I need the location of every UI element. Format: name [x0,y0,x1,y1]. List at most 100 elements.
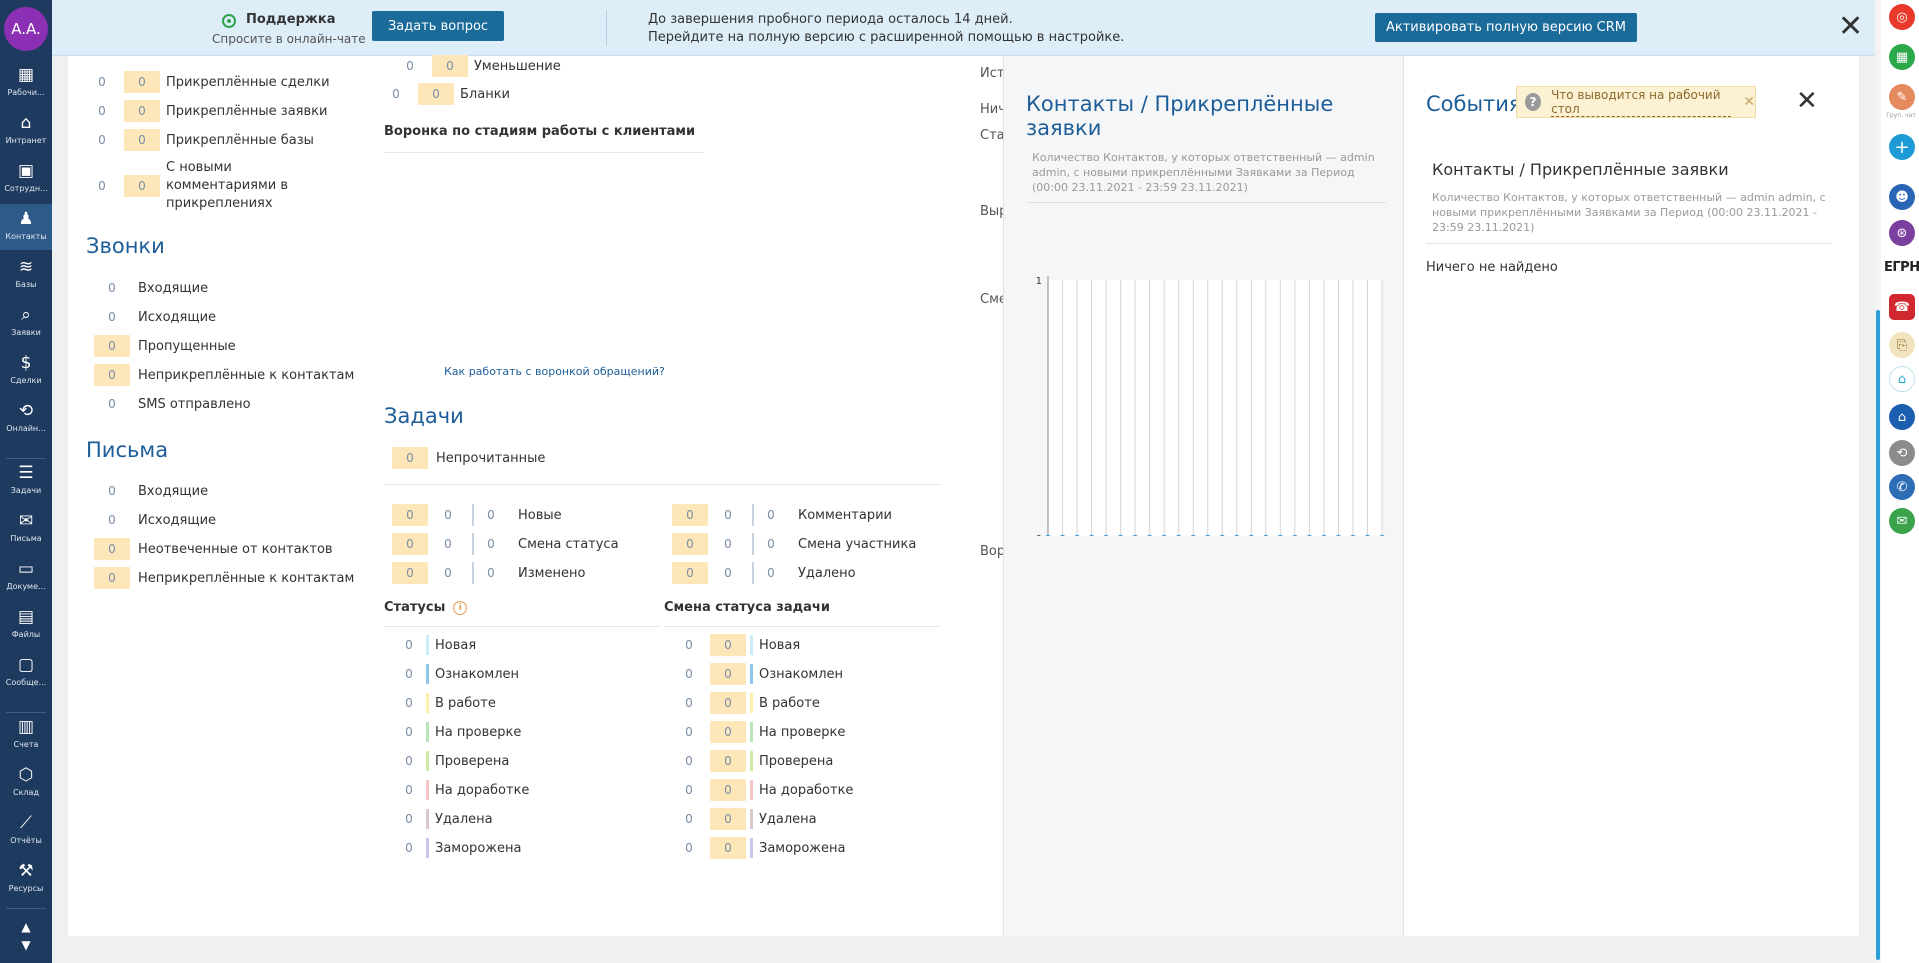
status-row[interactable]: 0 Проверена [398,750,509,772]
users-icon[interactable]: ☻ [1889,184,1915,210]
sidebar-item-contact[interactable]: ♟ Контакты [0,204,52,250]
documents-icon[interactable]: ⎘ [1889,332,1915,358]
list-item[interactable]: 0 0 Прикреплённые базы [90,129,314,151]
status-change-row[interactable]: 0 0 Удалена [678,808,817,830]
sidebar-item-database[interactable]: ≋ Базы [0,252,52,298]
sidebar-item-dollar[interactable]: $ Сделки [0,348,52,394]
status-change-row[interactable]: 0 0 Новая [678,634,800,656]
data-point[interactable] [1277,534,1283,537]
list-item[interactable]: 0 0 Уменьшение [398,55,561,77]
house-outline-icon[interactable]: ⌂ [1889,366,1915,392]
status-row[interactable]: 0 На доработке [398,779,529,801]
data-point[interactable] [1074,534,1080,537]
calendar-icon[interactable]: ▦ [1889,44,1915,70]
remote-icon[interactable]: ⊛ [1889,220,1915,246]
status-row[interactable]: 0 Ознакомлен [398,663,519,685]
sidebar-item-hammer[interactable]: ⚒ Ресурсы [0,856,52,902]
phone-icon[interactable]: ✆ [1889,474,1915,500]
sidebar-item-online[interactable]: ⟲ Онлайн... [0,396,52,442]
avatar[interactable]: A.A. [4,7,48,51]
data-point[interactable] [1176,534,1182,537]
data-point[interactable] [1263,534,1269,537]
egrn-icon[interactable]: ЕГРН [1884,260,1919,275]
list-item[interactable]: 0 Входящие [94,277,208,299]
status-row[interactable]: 0 Удалена [398,808,493,830]
list-item[interactable]: 0 Исходящие [94,306,216,328]
sidebar-item-search[interactable]: ⌕ Заявки [0,300,52,346]
hint-close-icon[interactable]: ✕ [1743,94,1755,110]
dashboard-hint[interactable]: ? Что выводится на рабочий стол ✕ [1516,86,1756,118]
task-counter-row[interactable]: 0 0 0 Смена статуса [392,533,619,555]
status-row[interactable]: 0 На проверке [398,721,521,743]
data-point[interactable] [1379,534,1385,537]
info-icon[interactable]: i [453,600,468,615]
list-item[interactable]: 0 Исходящие [94,509,216,531]
data-point[interactable] [1292,534,1298,537]
data-point[interactable] [1045,534,1051,537]
sidebar-item-mail[interactable]: ✉ Письма [0,506,52,552]
list-item[interactable]: 0 Пропущенные [94,335,236,357]
data-point[interactable] [1190,534,1196,537]
status-change-row[interactable]: 0 0 В работе [678,692,820,714]
status-row[interactable]: 0 В работе [398,692,496,714]
group-chat-icon[interactable]: ✎ [1889,84,1915,110]
banner-close-icon[interactable]: ✕ [1838,12,1863,42]
data-point[interactable] [1089,534,1095,537]
hint-text[interactable]: Что выводится на рабочий стол [1551,88,1732,117]
funnel-help-link[interactable]: Как работать с воронкой обращений? [444,365,665,378]
data-point[interactable] [1132,534,1138,537]
sidebar-item-tasks[interactable]: ☰ Задачи [0,458,52,504]
data-point[interactable] [1234,534,1240,537]
data-point[interactable] [1364,534,1371,537]
data-point[interactable] [1335,534,1341,537]
sidebar-item-warehouse[interactable]: ⬡ Склад [0,760,52,806]
sidebar-item-message[interactable]: ▢ Сообще... [0,650,52,696]
data-point[interactable] [1248,534,1254,537]
sidebar-item-document[interactable]: ▭ Докуме... [0,554,52,600]
data-point[interactable] [1321,534,1327,537]
list-item[interactable]: 0 Неприкреплённые к контактам [94,364,354,386]
data-point[interactable] [1161,534,1167,537]
tasks-unread-row[interactable]: 0 Непрочитанные [392,447,545,469]
nav-scroll-arrows[interactable]: ▲ ▼ [0,918,52,954]
task-counter-row[interactable]: 0 0 0 Удалено [672,562,856,584]
sync-icon[interactable]: ⟲ [1889,440,1915,466]
list-item[interactable]: 0 0 Бланки [384,83,510,105]
data-point[interactable] [1219,534,1225,537]
sidebar-item-dashboard[interactable]: ▦ Рабочи... [0,60,52,106]
add-icon[interactable]: + [1889,134,1915,160]
data-point[interactable] [1147,534,1153,537]
list-item[interactable]: 0 SMS отправлено [94,393,250,415]
list-item[interactable]: 0 Неотвеченные от контактов [94,538,333,560]
status-change-row[interactable]: 0 0 На проверке [678,721,845,743]
notification-icon[interactable]: ◎ [1889,4,1915,30]
sidebar-item-employee[interactable]: ▣ Сотрудн... [0,156,52,202]
list-item[interactable]: 0 0 Прикреплённые заявки [90,100,327,122]
scrollbar-thumb[interactable] [1876,310,1880,960]
status-change-row[interactable]: 0 0 Заморожена [678,837,845,859]
status-change-row[interactable]: 0 0 Проверена [678,750,833,772]
task-counter-row[interactable]: 0 0 0 Комментарии [672,504,892,526]
sidebar-item-home[interactable]: ⌂ Интранет [0,108,52,154]
events-close-icon[interactable]: ✕ [1796,86,1818,116]
home-icon[interactable]: ⌂ [1889,404,1915,430]
list-item[interactable]: 0 Входящие [94,480,208,502]
sidebar-item-folder[interactable]: ▤ Файлы [0,602,52,648]
data-point[interactable] [1205,534,1211,537]
data-point[interactable] [1103,534,1109,537]
data-point[interactable] [1306,534,1312,537]
sidebar-item-invoice[interactable]: ▥ Счета [0,712,52,758]
list-item[interactable]: 0 Неприкреплённые к контактам [94,567,354,589]
task-counter-row[interactable]: 0 0 0 Изменено [392,562,585,584]
status-row[interactable]: 0 Заморожена [398,837,521,859]
sidebar-item-chart[interactable]: ⟋ Отчёты [0,808,52,854]
email-icon[interactable]: ✉ [1889,508,1915,534]
data-point[interactable] [1118,534,1124,537]
status-change-row[interactable]: 0 0 Ознакомлен [678,663,843,685]
status-row[interactable]: 0 Новая [398,634,476,656]
list-item[interactable]: 0 0 Прикреплённые сделки [90,71,330,93]
list-item-comments[interactable]: 0 0 С новыми комментариями в прикреплени… [90,158,288,214]
task-counter-row[interactable]: 0 0 0 Смена участника [672,533,916,555]
ask-question-button[interactable]: Задать вопрос [372,11,504,41]
phone-app-icon[interactable]: ☎ [1889,294,1915,320]
